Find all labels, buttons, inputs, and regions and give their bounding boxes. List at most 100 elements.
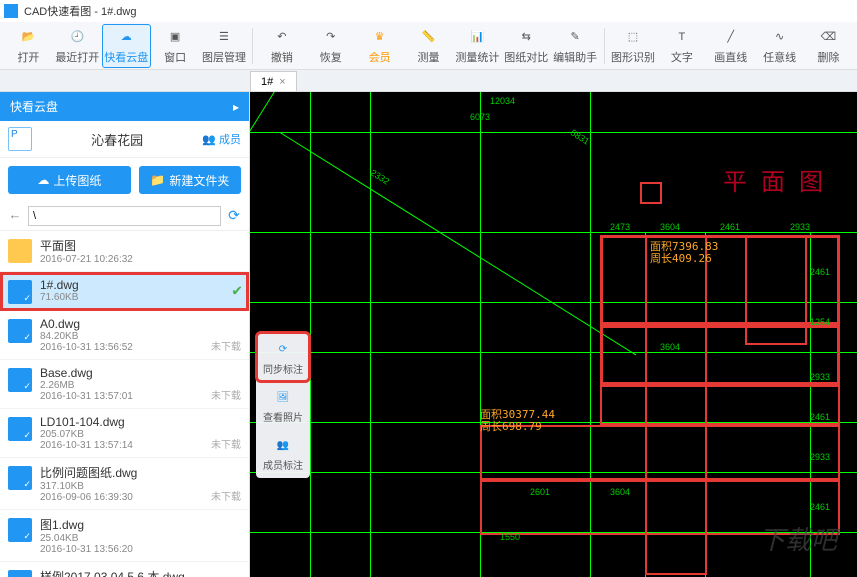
project-title: 沁春花园 bbox=[40, 130, 194, 149]
toolbar-open[interactable]: 📂打开 bbox=[4, 24, 53, 68]
dwg-icon bbox=[8, 417, 32, 441]
toolbar-redo[interactable]: ↷恢复 bbox=[306, 24, 355, 68]
sidebar-header: 快看云盘 ▸ bbox=[0, 92, 249, 121]
any-icon: ∿ bbox=[770, 27, 790, 47]
toolbar-cloud[interactable]: ☁快看云盘 bbox=[102, 24, 151, 68]
text-icon: T bbox=[672, 27, 692, 47]
tab-label: 1# bbox=[261, 76, 273, 88]
compare-icon: ⇆ bbox=[516, 27, 536, 47]
file-item[interactable]: 图1.dwg25.04KB2016-10-31 13:56:20 bbox=[0, 510, 249, 562]
window-title: CAD快速看图 - 1#.dwg bbox=[24, 3, 136, 19]
file-name: LD101-104.dwg bbox=[40, 415, 203, 429]
file-status: 未下载 bbox=[211, 436, 241, 451]
toolbar-window[interactable]: ▣窗口 bbox=[151, 24, 200, 68]
line-icon: ╱ bbox=[721, 27, 741, 47]
dwg-icon bbox=[8, 570, 32, 577]
undo-icon: ↶ bbox=[272, 27, 292, 47]
perimeter-text: 周长409.26 bbox=[650, 250, 712, 266]
expand-icon[interactable]: ▸ bbox=[233, 100, 239, 114]
toolbar-line[interactable]: ╱画直线 bbox=[706, 24, 755, 68]
toolbar-recent[interactable]: 🕘最近打开 bbox=[53, 24, 102, 68]
check-icon: ✔ bbox=[231, 283, 243, 300]
file-name: 1#.dwg bbox=[40, 278, 241, 292]
file-size: 71.60KB bbox=[40, 292, 241, 303]
file-item[interactable]: LD101-104.dwg205.07KB2016-10-31 13:57:14… bbox=[0, 409, 249, 458]
file-name: 平面图 bbox=[40, 237, 241, 254]
toolbar-mstats[interactable]: 📊测量统计 bbox=[453, 24, 502, 68]
cloud-upload-icon: ☁ bbox=[37, 173, 49, 187]
file-item[interactable]: 比例问题图纸.dwg317.10KB2016-09-06 16:39:30 未下载 bbox=[0, 458, 249, 510]
del-icon: ⌫ bbox=[818, 27, 838, 47]
file-size: 84.20KB bbox=[40, 331, 203, 342]
file-name: 比例问题图纸.dwg bbox=[40, 464, 203, 481]
toolbar-edit[interactable]: ✎编辑助手 bbox=[551, 24, 600, 68]
file-date: 2016-10-31 13:56:52 bbox=[40, 342, 203, 353]
recent-icon: 🕘 bbox=[67, 27, 87, 47]
file-list: 平面图2016-07-21 10:26:321#.dwg71.60KB✔A0.d… bbox=[0, 231, 249, 577]
tab-document[interactable]: 1# × bbox=[250, 71, 297, 91]
upload-button[interactable]: ☁ 上传图纸 bbox=[8, 166, 131, 194]
file-name: A0.dwg bbox=[40, 317, 203, 331]
file-status: 未下载 bbox=[211, 387, 241, 402]
file-date: 2016-07-21 10:26:32 bbox=[40, 254, 241, 265]
dwg-icon bbox=[8, 518, 32, 542]
file-status: 未下载 bbox=[211, 488, 241, 503]
file-item[interactable]: 平面图2016-07-21 10:26:32 bbox=[0, 231, 249, 272]
file-size: 317.10KB bbox=[40, 481, 203, 492]
file-item[interactable]: Base.dwg2.26MB2016-10-31 13:57:01未下载 bbox=[0, 360, 249, 409]
canvas-tool-sync[interactable]: ⟳同步标注 bbox=[258, 334, 308, 380]
members-link[interactable]: 👥 成员 bbox=[202, 131, 241, 147]
dwg-icon bbox=[8, 280, 32, 304]
sidebar-header-label: 快看云盘 bbox=[10, 98, 58, 115]
toolbar-text[interactable]: T文字 bbox=[657, 24, 706, 68]
new-folder-button[interactable]: 📁 新建文件夹 bbox=[139, 166, 241, 194]
sync-icon: ⟳ bbox=[272, 339, 294, 361]
file-date: 2016-10-31 13:57:14 bbox=[40, 440, 203, 451]
toolbar-del[interactable]: ⌫删除 bbox=[804, 24, 853, 68]
perimeter-text: 周长698.79 bbox=[480, 418, 542, 434]
path-input[interactable] bbox=[28, 206, 221, 226]
window-icon: ▣ bbox=[165, 27, 185, 47]
project-title-row: 沁春花园 👥 成员 bbox=[0, 121, 249, 158]
file-date: 2016-10-31 13:57:01 bbox=[40, 391, 203, 402]
toolbar-recog[interactable]: ⬚图形识别 bbox=[609, 24, 658, 68]
toolbar-undo[interactable]: ↶撤销 bbox=[257, 24, 306, 68]
cloud-sidebar: 快看云盘 ▸ 沁春花园 👥 成员 ☁ 上传图纸 📁 新建文件夹 ← ⟳ bbox=[0, 92, 250, 577]
vip-icon: ♛ bbox=[370, 27, 390, 47]
path-breadcrumb: ← ⟳ bbox=[0, 202, 249, 231]
layer-icon: ☰ bbox=[214, 27, 234, 47]
refresh-icon[interactable]: ⟳ bbox=[225, 207, 243, 225]
cad-drawing: 平 面 图 面积7396.83 周长409.26 面积30377.44 周长69… bbox=[250, 92, 857, 577]
dwg-icon bbox=[8, 319, 32, 343]
watermark: 下载吧 bbox=[759, 520, 837, 557]
file-status: 未下载 bbox=[211, 338, 241, 353]
file-size: 205.07KB bbox=[40, 429, 203, 440]
file-item[interactable]: A0.dwg84.20KB2016-10-31 13:56:52 未下载 bbox=[0, 311, 249, 360]
file-item[interactable]: 样例2017.03.04.5.6.本.dwg bbox=[0, 562, 249, 577]
toolbar-layer[interactable]: ☰图层管理 bbox=[200, 24, 249, 68]
main-toolbar: 📂打开🕘最近打开☁快看云盘▣窗口☰图层管理↶撤销↷恢复♛会员📏测量📊测量统计⇆图… bbox=[0, 22, 857, 70]
toolbar-measure[interactable]: 📏测量 bbox=[404, 24, 453, 68]
folder-icon bbox=[8, 239, 32, 263]
canvas-tool-annot[interactable]: 👥成员标注 bbox=[258, 430, 308, 476]
dwg-icon bbox=[8, 368, 32, 392]
canvas-toolbar: ⟳同步标注🖼查看照片👥成员标注 bbox=[256, 332, 310, 478]
project-icon bbox=[8, 127, 32, 151]
folder-plus-icon: 📁 bbox=[150, 173, 165, 187]
close-icon[interactable]: × bbox=[279, 76, 285, 88]
drawing-canvas[interactable]: ⟳同步标注🖼查看照片👥成员标注 bbox=[250, 92, 857, 577]
canvas-tool-photo[interactable]: 🖼查看照片 bbox=[258, 382, 308, 428]
toolbar-any[interactable]: ∿任意线 bbox=[755, 24, 804, 68]
redo-icon: ↷ bbox=[321, 27, 341, 47]
app-icon bbox=[4, 4, 18, 18]
toolbar-compare[interactable]: ⇆图纸对比 bbox=[502, 24, 551, 68]
file-name: Base.dwg bbox=[40, 366, 203, 380]
mstats-icon: 📊 bbox=[467, 27, 487, 47]
toolbar-vip[interactable]: ♛会员 bbox=[355, 24, 404, 68]
file-name: 图1.dwg bbox=[40, 516, 241, 533]
file-date: 2016-09-06 16:39:30 bbox=[40, 492, 203, 503]
back-icon[interactable]: ← bbox=[6, 207, 24, 225]
annot-icon: 👥 bbox=[272, 435, 294, 457]
file-item[interactable]: 1#.dwg71.60KB✔ bbox=[0, 272, 249, 311]
document-tabbar: 1# × bbox=[0, 70, 857, 92]
